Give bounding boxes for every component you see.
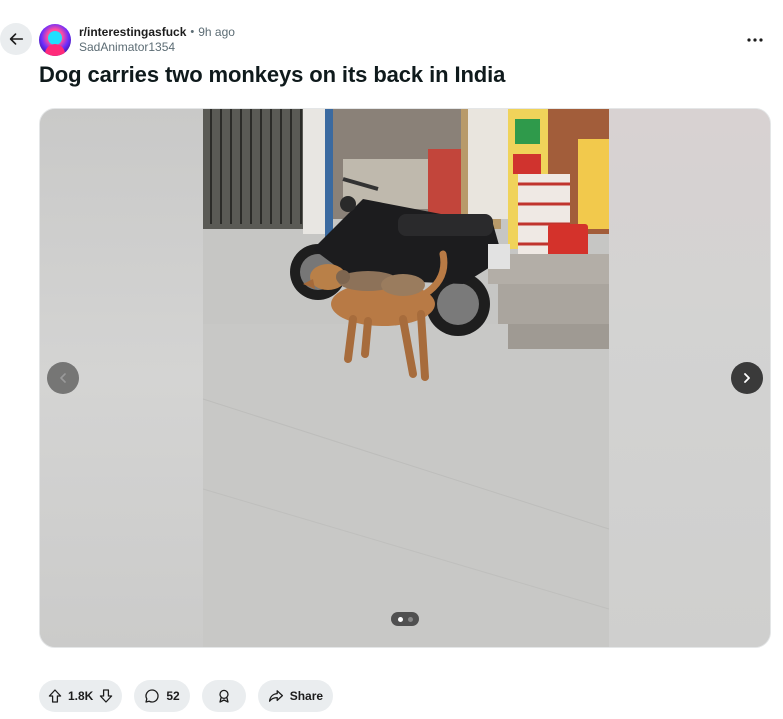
post-image[interactable] xyxy=(203,109,609,648)
gallery-next-button[interactable] xyxy=(731,362,763,394)
meta-separator: • xyxy=(190,26,195,38)
comments-button[interactable]: 52 xyxy=(134,680,190,712)
share-button[interactable]: Share xyxy=(257,680,334,712)
share-arrow-icon xyxy=(268,690,283,702)
share-label: Share xyxy=(289,689,324,703)
gallery-prev-button[interactable] xyxy=(47,362,79,394)
more-horizontal-icon xyxy=(747,38,763,42)
award-button[interactable] xyxy=(201,680,246,712)
vote-count: 1.8K xyxy=(68,689,94,703)
media-gallery[interactable] xyxy=(39,108,771,648)
comment-bubble-icon xyxy=(145,689,160,703)
pager-dot xyxy=(407,616,413,622)
more-options-button[interactable] xyxy=(740,28,770,52)
vote-bar: 1.8K xyxy=(39,680,123,712)
subreddit-link[interactable]: r/interestingasfuck xyxy=(79,25,186,40)
back-button[interactable] xyxy=(0,23,32,55)
chevron-right-icon xyxy=(744,373,750,383)
downvote-arrow-icon[interactable] xyxy=(98,688,114,704)
upvote-arrow-icon[interactable] xyxy=(47,688,63,704)
post-title[interactable]: Dog carries two monkeys on its back in I… xyxy=(39,62,505,88)
award-icon xyxy=(219,689,229,703)
post-actions: 1.8K 52 Share xyxy=(39,680,334,712)
chevron-left-icon xyxy=(60,373,66,383)
subreddit-avatar[interactable] xyxy=(39,24,71,56)
post-meta: r/interestingasfuck • 9h ago SadAnimator… xyxy=(79,25,235,55)
author-link[interactable]: SadAnimator1354 xyxy=(79,40,235,55)
avatar-body xyxy=(45,44,65,56)
comment-count: 52 xyxy=(166,689,180,703)
pager-dot-active xyxy=(397,616,403,622)
arrow-left-icon xyxy=(9,33,24,45)
gallery-pager xyxy=(391,612,419,626)
post-time: 9h ago xyxy=(198,25,235,39)
avatar-face xyxy=(48,31,62,45)
